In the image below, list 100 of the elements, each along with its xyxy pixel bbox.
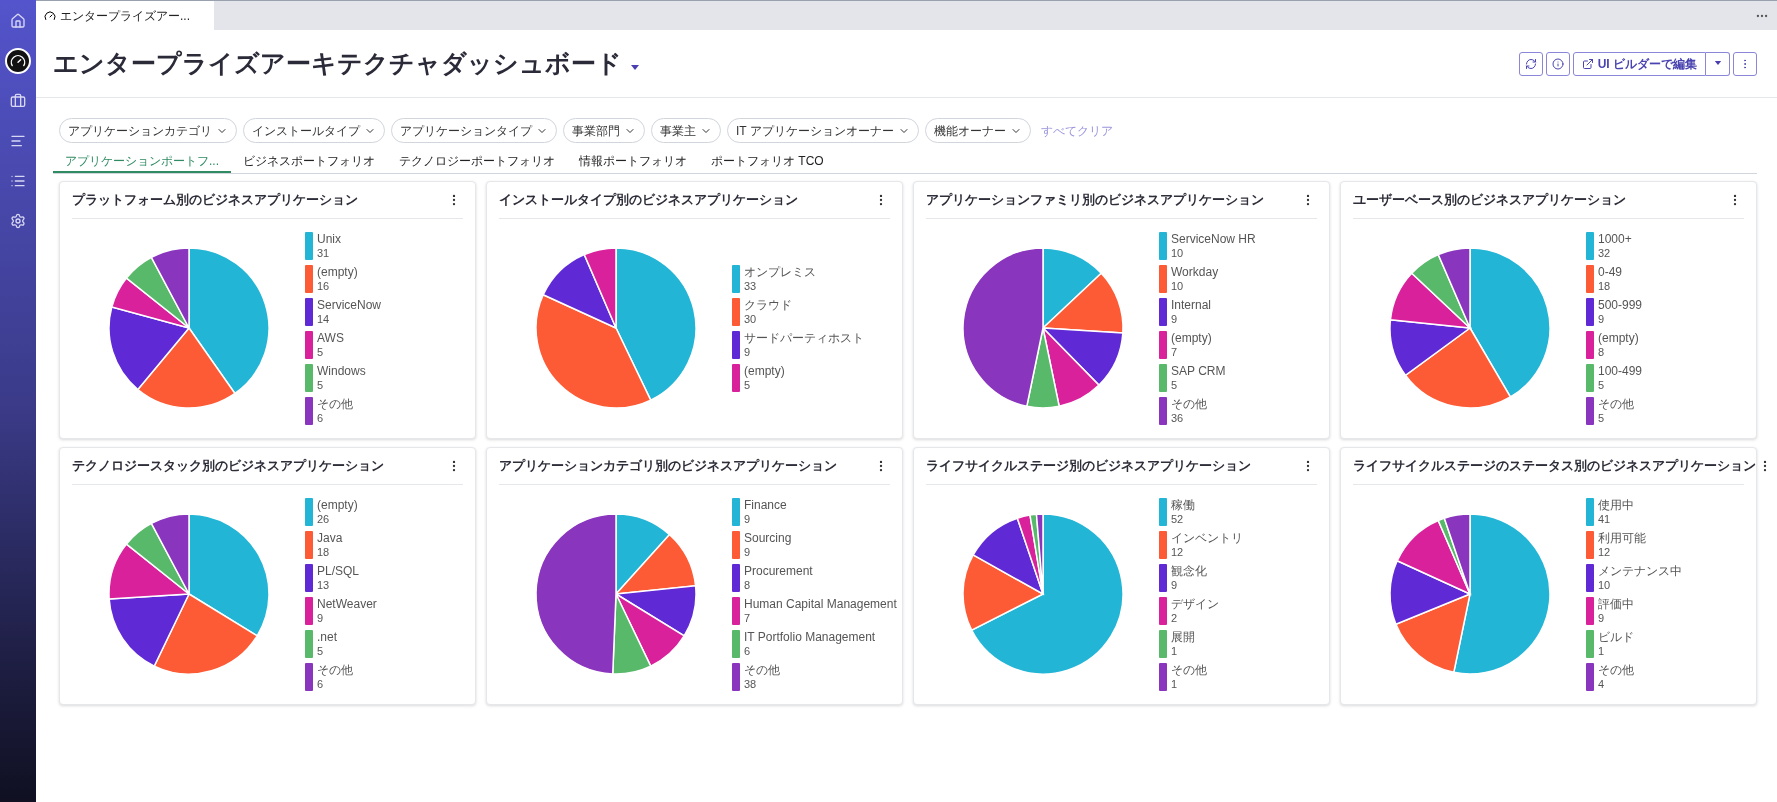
legend-swatch bbox=[1586, 264, 1594, 293]
legend-swatch bbox=[305, 530, 313, 559]
legend-label: 使用中 bbox=[1598, 497, 1634, 512]
legend-value: 9 bbox=[1171, 577, 1179, 592]
dashboard-tab[interactable]: アプリケーションポートフ... bbox=[53, 150, 231, 173]
legend-value: 6 bbox=[317, 676, 325, 691]
legend-label: ServiceNow bbox=[317, 297, 382, 312]
legend-swatch bbox=[732, 497, 740, 526]
dropdown-button[interactable] bbox=[1706, 51, 1730, 76]
legend-swatch bbox=[732, 530, 740, 559]
legend-value: 16 bbox=[317, 279, 331, 293]
legend-swatch bbox=[1586, 629, 1594, 658]
caret-icon bbox=[1713, 61, 1722, 66]
legend-swatch bbox=[1586, 662, 1594, 691]
legend-value: 18 bbox=[317, 544, 331, 559]
legend-value: 41 bbox=[1598, 511, 1612, 526]
legend-label: 1000+ bbox=[1598, 231, 1632, 246]
legend-swatch bbox=[732, 596, 740, 625]
legend-value: 1 bbox=[1171, 643, 1179, 658]
refresh-icon bbox=[1524, 57, 1537, 70]
legend-label: デザイン bbox=[1171, 596, 1219, 611]
legend-swatch bbox=[1159, 596, 1167, 625]
legend-value: 4 bbox=[1598, 676, 1606, 691]
legend-label: その他 bbox=[1598, 396, 1634, 411]
chart-title: テクノロジースタック別のビジネスアプリケーション bbox=[72, 457, 384, 475]
legend-swatch bbox=[305, 629, 313, 658]
legend-label: その他 bbox=[1171, 396, 1207, 411]
info-button[interactable] bbox=[1545, 51, 1570, 76]
info-icon bbox=[1551, 57, 1564, 70]
legend-label: PL/SQL bbox=[317, 563, 360, 578]
dashboard-tab[interactable]: ビジネスポートフォリオ bbox=[231, 150, 387, 173]
legend-swatch bbox=[1159, 662, 1167, 691]
legend-value: 8 bbox=[1598, 345, 1606, 359]
legend-value: 10 bbox=[1171, 279, 1185, 293]
legend-value: 2 bbox=[1171, 610, 1179, 625]
chart-title: プラットフォーム別のビジネスアプリケーション bbox=[72, 191, 358, 209]
legend-value: 5 bbox=[1598, 410, 1606, 425]
legend-swatch bbox=[305, 662, 313, 691]
dashboard-tab[interactable]: ポートフォリオ TCO bbox=[699, 150, 836, 173]
legend-value: 9 bbox=[1598, 610, 1606, 625]
legend-label: その他 bbox=[744, 662, 780, 677]
legend-swatch bbox=[1159, 330, 1167, 359]
legend-label: 観念化 bbox=[1171, 563, 1207, 578]
legend-swatch bbox=[305, 596, 313, 625]
legend-swatch bbox=[1159, 363, 1167, 392]
legend-value: 18 bbox=[1598, 278, 1612, 293]
legend-swatch bbox=[1159, 563, 1167, 592]
legend-swatch bbox=[732, 297, 740, 326]
dashboard-tab[interactable]: 情報ポートフォリオ bbox=[567, 150, 699, 173]
legend-value: 5 bbox=[1171, 377, 1179, 392]
legend-label: その他 bbox=[1598, 662, 1634, 677]
legend-value: 33 bbox=[744, 278, 758, 293]
legend-label: .net bbox=[317, 629, 337, 644]
legend-value: 6 bbox=[317, 410, 325, 425]
legend-label: Unix bbox=[317, 231, 341, 246]
legend-swatch bbox=[305, 264, 313, 293]
legend-label: 評価中 bbox=[1598, 596, 1634, 611]
dashboard-tab[interactable]: テクノロジーポートフォリオ bbox=[387, 150, 567, 173]
legend-swatch bbox=[305, 563, 313, 592]
legend-label: 展開 bbox=[1171, 629, 1195, 644]
legend-swatch bbox=[732, 363, 740, 392]
legend-swatch bbox=[305, 330, 313, 359]
legend-swatch bbox=[1586, 530, 1594, 559]
legend-swatch bbox=[305, 396, 313, 425]
legend-value: 10 bbox=[1171, 245, 1185, 260]
legend-label: SAP CRM bbox=[1171, 363, 1226, 378]
legend-swatch bbox=[305, 363, 313, 392]
legend-label: (empty) bbox=[1171, 330, 1212, 345]
legend-swatch bbox=[732, 662, 740, 691]
refresh-button[interactable] bbox=[1518, 51, 1543, 76]
dashboard-icon[interactable] bbox=[5, 48, 31, 74]
chart-title: アプリケーションカテゴリ別のビジネスアプリケーション bbox=[499, 457, 837, 475]
legend-label: (empty) bbox=[744, 363, 785, 378]
browser-tab[interactable]: エンタープライズアー... bbox=[36, 1, 214, 30]
chart-title: インストールタイプ別のビジネスアプリケーション bbox=[499, 191, 798, 209]
legend-swatch bbox=[732, 563, 740, 592]
legend-swatch bbox=[1586, 563, 1594, 592]
legend-label: メンテナンス中 bbox=[1598, 563, 1682, 578]
legend-value: 5 bbox=[317, 377, 325, 392]
legend-label: その他 bbox=[1171, 662, 1207, 677]
legend-label: (empty) bbox=[317, 264, 358, 279]
legend-value: 7 bbox=[1171, 345, 1179, 359]
caret-icon[interactable] bbox=[630, 64, 640, 71]
legend-value: 5 bbox=[317, 643, 325, 658]
legend-label: AWS bbox=[317, 330, 344, 345]
legend-swatch bbox=[732, 629, 740, 658]
legend-label: IT Portfolio Management bbox=[744, 629, 876, 644]
edit-in-ui-builder-button[interactable]: UI ビルダーで編集 bbox=[1572, 51, 1706, 76]
legend-label: Finance bbox=[744, 497, 787, 512]
legend-swatch bbox=[1586, 596, 1594, 625]
dashboard-title: エンタープライズアーキテクチャダッシュボード bbox=[53, 47, 622, 79]
legend-swatch bbox=[1586, 363, 1594, 392]
external-link-icon bbox=[1581, 57, 1594, 70]
tab-title: エンタープライズアー... bbox=[60, 7, 190, 25]
legend-label: NetWeaver bbox=[317, 596, 377, 611]
legend-value: 6 bbox=[744, 643, 752, 658]
legend-label: 稼働 bbox=[1171, 497, 1195, 512]
legend-label: (empty) bbox=[1598, 330, 1639, 345]
legend-value: 9 bbox=[1598, 311, 1606, 326]
legend-label: クラウド bbox=[744, 297, 792, 312]
